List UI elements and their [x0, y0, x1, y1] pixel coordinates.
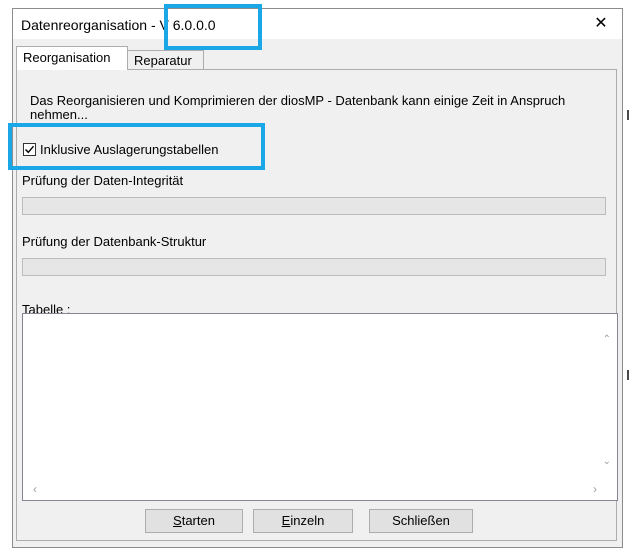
- tab-reorganisation[interactable]: Reorganisation: [16, 46, 128, 70]
- tab-reparatur[interactable]: Reparatur: [128, 50, 204, 70]
- background-mark: [627, 370, 629, 380]
- scroll-right-icon[interactable]: ›: [593, 482, 597, 496]
- background-left: [0, 0, 12, 548]
- progress-bar-structure: [22, 258, 606, 276]
- progress-label-integrity: Prüfung der Daten-Integrität: [22, 173, 184, 188]
- auslagerung-checkbox[interactable]: [23, 142, 36, 156]
- checkmark-icon: [25, 145, 35, 153]
- scroll-left-icon[interactable]: ‹: [33, 482, 37, 496]
- title-prefix: Datenreorganisation -: [21, 17, 160, 33]
- close-icon[interactable]: ✕: [590, 13, 612, 35]
- scroll-down-icon[interactable]: ⌄: [603, 456, 611, 467]
- title-bar[interactable]: Datenreorganisation - V 6.0.0.0 ✕: [13, 9, 622, 39]
- table-listbox[interactable]: ⌃ ⌄ ‹ ›: [22, 313, 618, 501]
- background-right: [623, 0, 634, 548]
- scroll-up-icon[interactable]: ⌃: [603, 334, 611, 345]
- progress-label-structure: Prüfung der Datenbank-Struktur: [22, 234, 207, 249]
- start-button[interactable]: Starten: [145, 509, 243, 533]
- single-button[interactable]: Einzeln: [253, 509, 353, 533]
- checkbox-label: Inklusive Auslagerungstabellen: [40, 141, 219, 157]
- description-text: Das Reorganisieren und Komprimieren der …: [30, 93, 566, 122]
- window-title: Datenreorganisation - V 6.0.0.0: [21, 17, 216, 33]
- checkbox-row[interactable]: Inklusive Auslagerungstabellen: [23, 139, 219, 159]
- close-button[interactable]: Schließen: [369, 509, 473, 533]
- background-mark: [627, 110, 629, 120]
- title-version: V 6.0.0.0: [159, 17, 216, 33]
- close-button-label: Schließen: [392, 513, 450, 528]
- progress-bar-integrity: [22, 197, 606, 215]
